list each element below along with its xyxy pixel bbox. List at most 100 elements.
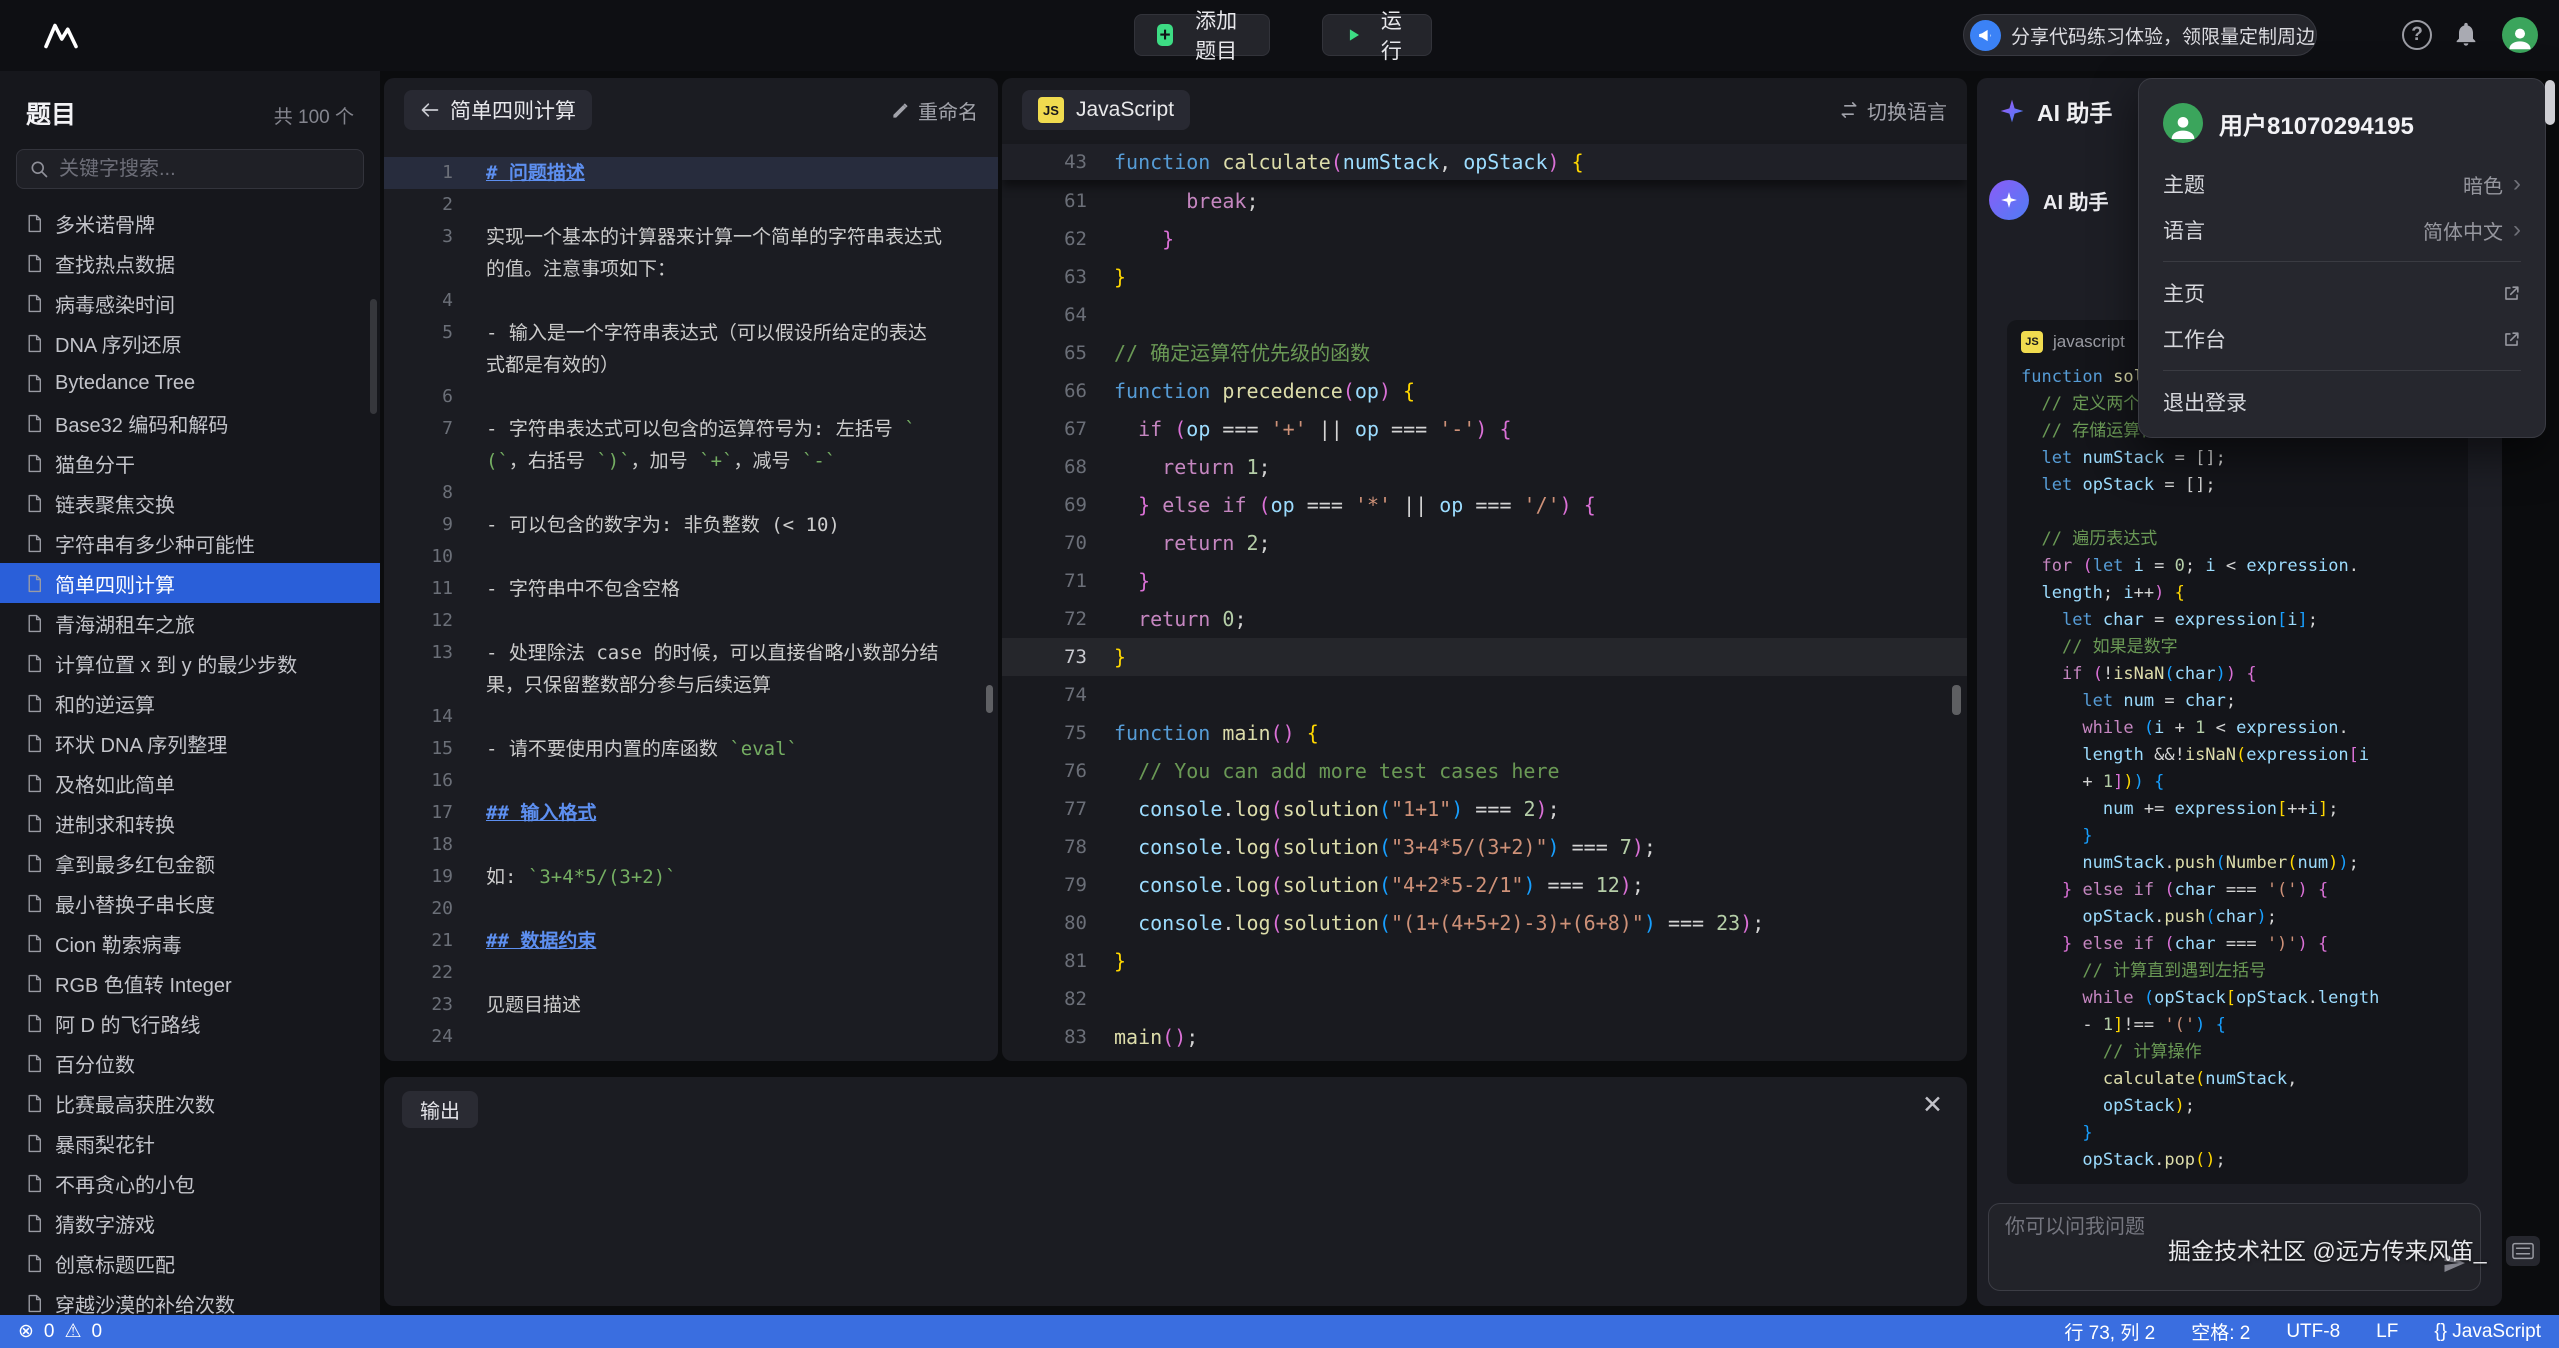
- sidebar-item-problem[interactable]: 最小替换子串长度: [0, 883, 380, 923]
- page-scrollbar[interactable]: [2545, 80, 2555, 125]
- run-button[interactable]: 运行: [1322, 14, 1432, 56]
- editor-scrollbar[interactable]: [1952, 685, 1961, 715]
- code-line[interactable]: - 1]!== '(') {: [2007, 1012, 2468, 1039]
- code-line[interactable]: numStack.push(Number(num));: [2007, 850, 2468, 877]
- code-line[interactable]: length &&!isNaN(expression[i: [2007, 742, 2468, 769]
- code-line[interactable]: let char = expression[i];: [2007, 607, 2468, 634]
- code-line[interactable]: length; i++) {: [2007, 580, 2468, 607]
- code-line[interactable]: }: [2007, 1120, 2468, 1147]
- code-line[interactable]: 63}: [1002, 258, 1967, 296]
- code-line[interactable]: 21## 数据约束: [384, 925, 998, 957]
- sidebar-item-problem[interactable]: 猫鱼分干: [0, 443, 380, 483]
- sidebar-item-problem[interactable]: 字符串有多少种可能性: [0, 523, 380, 563]
- sidebar-item-problem[interactable]: 比赛最高获胜次数: [0, 1083, 380, 1123]
- code-line[interactable]: 76 // You can add more test cases here: [1002, 752, 1967, 790]
- description-scrollbar[interactable]: [986, 685, 993, 713]
- sidebar-item-problem[interactable]: 链表聚焦交换: [0, 483, 380, 523]
- sidebar-item-problem[interactable]: 穿越沙漠的补给次数: [0, 1283, 380, 1315]
- sidebar-item-problem[interactable]: 简单四则计算: [0, 563, 380, 603]
- code-line[interactable]: 1# 问题描述: [384, 157, 998, 189]
- code-line[interactable]: 78 console.log(solution("3+4*5/(3+2)") =…: [1002, 828, 1967, 866]
- code-line[interactable]: 13- 处理除法 case 的时候，可以直接省略小数部分结: [384, 637, 998, 669]
- code-line[interactable]: [2007, 499, 2468, 526]
- sidebar-item-problem[interactable]: 及格如此简单: [0, 763, 380, 803]
- code-line[interactable]: // 如果是数字: [2007, 634, 2468, 661]
- code-line[interactable]: // 遍历表达式: [2007, 526, 2468, 553]
- code-line[interactable]: 19如: `3+4*5/(3+2)`: [384, 861, 998, 893]
- sidebar-item-problem[interactable]: Bytedance Tree: [0, 363, 380, 403]
- code-line[interactable]: 20: [384, 893, 998, 925]
- output-tab[interactable]: 输出: [402, 1091, 478, 1128]
- code-line[interactable]: 24: [384, 1021, 998, 1053]
- code-line[interactable]: } else if (char === '(') {: [2007, 877, 2468, 904]
- code-line[interactable]: 64: [1002, 296, 1967, 334]
- cursor-position[interactable]: 行 73, 列 2: [2064, 1318, 2155, 1345]
- sidebar-item-problem[interactable]: 猜数字游戏: [0, 1203, 380, 1243]
- code-line[interactable]: 67 if (op === '+' || op === '-') {: [1002, 410, 1967, 448]
- code-line[interactable]: 的值。注意事项如下：: [384, 253, 998, 285]
- sidebar-item-problem[interactable]: 暴雨梨花针: [0, 1123, 380, 1163]
- menu-item-theme[interactable]: 主题暗色›: [2139, 161, 2545, 207]
- code-line[interactable]: 82: [1002, 980, 1967, 1018]
- code-line[interactable]: 17## 输入格式: [384, 797, 998, 829]
- sidebar-item-problem[interactable]: 多米诺骨牌: [0, 203, 380, 243]
- sidebar-item-problem[interactable]: 和的逆运算: [0, 683, 380, 723]
- code-line[interactable]: }: [2007, 823, 2468, 850]
- indentation[interactable]: 空格: 2: [2191, 1318, 2250, 1345]
- code-line[interactable]: 5- 输入是一个字符串表达式（可以假设所给定的表达: [384, 317, 998, 349]
- code-line[interactable]: 61 break;: [1002, 182, 1967, 220]
- code-line[interactable]: 7- 字符串表达式可以包含的运算符号为: 左括号 `: [384, 413, 998, 445]
- sidebar-item-problem[interactable]: 阿 D 的飞行路线: [0, 1003, 380, 1043]
- code-line[interactable]: 15- 请不要使用内置的库函数 `eval`: [384, 733, 998, 765]
- code-line[interactable]: if (!isNaN(char)) {: [2007, 661, 2468, 688]
- code-line[interactable]: } else if (char === ')') {: [2007, 931, 2468, 958]
- keyboard-toggle-button[interactable]: [2506, 1236, 2540, 1266]
- problem-search[interactable]: [16, 149, 364, 189]
- menu-item-logout[interactable]: 退出登录: [2139, 379, 2545, 425]
- code-line[interactable]: 83main();: [1002, 1018, 1967, 1056]
- code-line[interactable]: 74: [1002, 676, 1967, 714]
- code-line[interactable]: 3实现一个基本的计算器来计算一个简单的字符串表达式: [384, 221, 998, 253]
- problem-title-pill[interactable]: 简单四则计算: [404, 90, 592, 130]
- code-line[interactable]: (`，右括号 `)`，加号 `+`，减号 `-`: [384, 445, 998, 477]
- sidebar-item-problem[interactable]: DNA 序列还原: [0, 323, 380, 363]
- sidebar-item-problem[interactable]: 计算位置 x 到 y 的最少步数: [0, 643, 380, 683]
- sidebar-item-problem[interactable]: 环状 DNA 序列整理: [0, 723, 380, 763]
- code-line[interactable]: 11- 字符串中不包含空格: [384, 573, 998, 605]
- close-output-icon[interactable]: ✕: [1922, 1093, 1943, 1118]
- sidebar-item-problem[interactable]: 病毒感染时间: [0, 283, 380, 323]
- sidebar-item-problem[interactable]: Cion 勒索病毒: [0, 923, 380, 963]
- code-line[interactable]: 8: [384, 477, 998, 509]
- code-line[interactable]: let opStack = [];: [2007, 472, 2468, 499]
- user-avatar[interactable]: [2502, 17, 2538, 53]
- code-line[interactable]: 77 console.log(solution("1+1") === 2);: [1002, 790, 1967, 828]
- code-line[interactable]: 式都是有效的）: [384, 349, 998, 381]
- code-line[interactable]: 22: [384, 957, 998, 989]
- code-line[interactable]: opStack.push(char);: [2007, 904, 2468, 931]
- sticky-scroll-line[interactable]: 43function calculate(numStack, opStack) …: [1002, 144, 1967, 180]
- help-icon[interactable]: ?: [2402, 20, 2432, 50]
- code-line[interactable]: 71 }: [1002, 562, 1967, 600]
- code-line[interactable]: // 计算直到遇到左括号: [2007, 958, 2468, 985]
- sidebar-item-problem[interactable]: 查找热点数据: [0, 243, 380, 283]
- code-line[interactable]: 62 }: [1002, 220, 1967, 258]
- menu-item-language[interactable]: 语言简体中文›: [2139, 207, 2545, 253]
- switch-language-button[interactable]: 切换语言: [1839, 96, 1947, 125]
- language-tab[interactable]: JS JavaScript: [1022, 90, 1190, 130]
- sidebar-item-problem[interactable]: Base32 编码和解码: [0, 403, 380, 443]
- notifications-icon[interactable]: [2452, 20, 2480, 53]
- code-line[interactable]: 6: [384, 381, 998, 413]
- encoding[interactable]: UTF-8: [2286, 1321, 2340, 1343]
- search-input[interactable]: [59, 158, 351, 181]
- code-line[interactable]: while (i + 1 < expression.: [2007, 715, 2468, 742]
- code-line[interactable]: 65// 确定运算符优先级的函数: [1002, 334, 1967, 372]
- editor-code-area[interactable]: 61 break;62 }63}6465// 确定运算符优先级的函数66func…: [1002, 182, 1967, 1056]
- code-line[interactable]: 81}: [1002, 942, 1967, 980]
- code-line[interactable]: 68 return 1;: [1002, 448, 1967, 486]
- language-mode[interactable]: {} JavaScript: [2434, 1321, 2541, 1343]
- code-line[interactable]: 72 return 0;: [1002, 600, 1967, 638]
- sidebar-item-problem[interactable]: 拿到最多红包金额: [0, 843, 380, 883]
- code-line[interactable]: 9- 可以包含的数字为: 非负整数 (< 10): [384, 509, 998, 541]
- add-problem-button[interactable]: + 添加题目: [1134, 14, 1270, 56]
- menu-item-workspace[interactable]: 工作台: [2139, 316, 2545, 362]
